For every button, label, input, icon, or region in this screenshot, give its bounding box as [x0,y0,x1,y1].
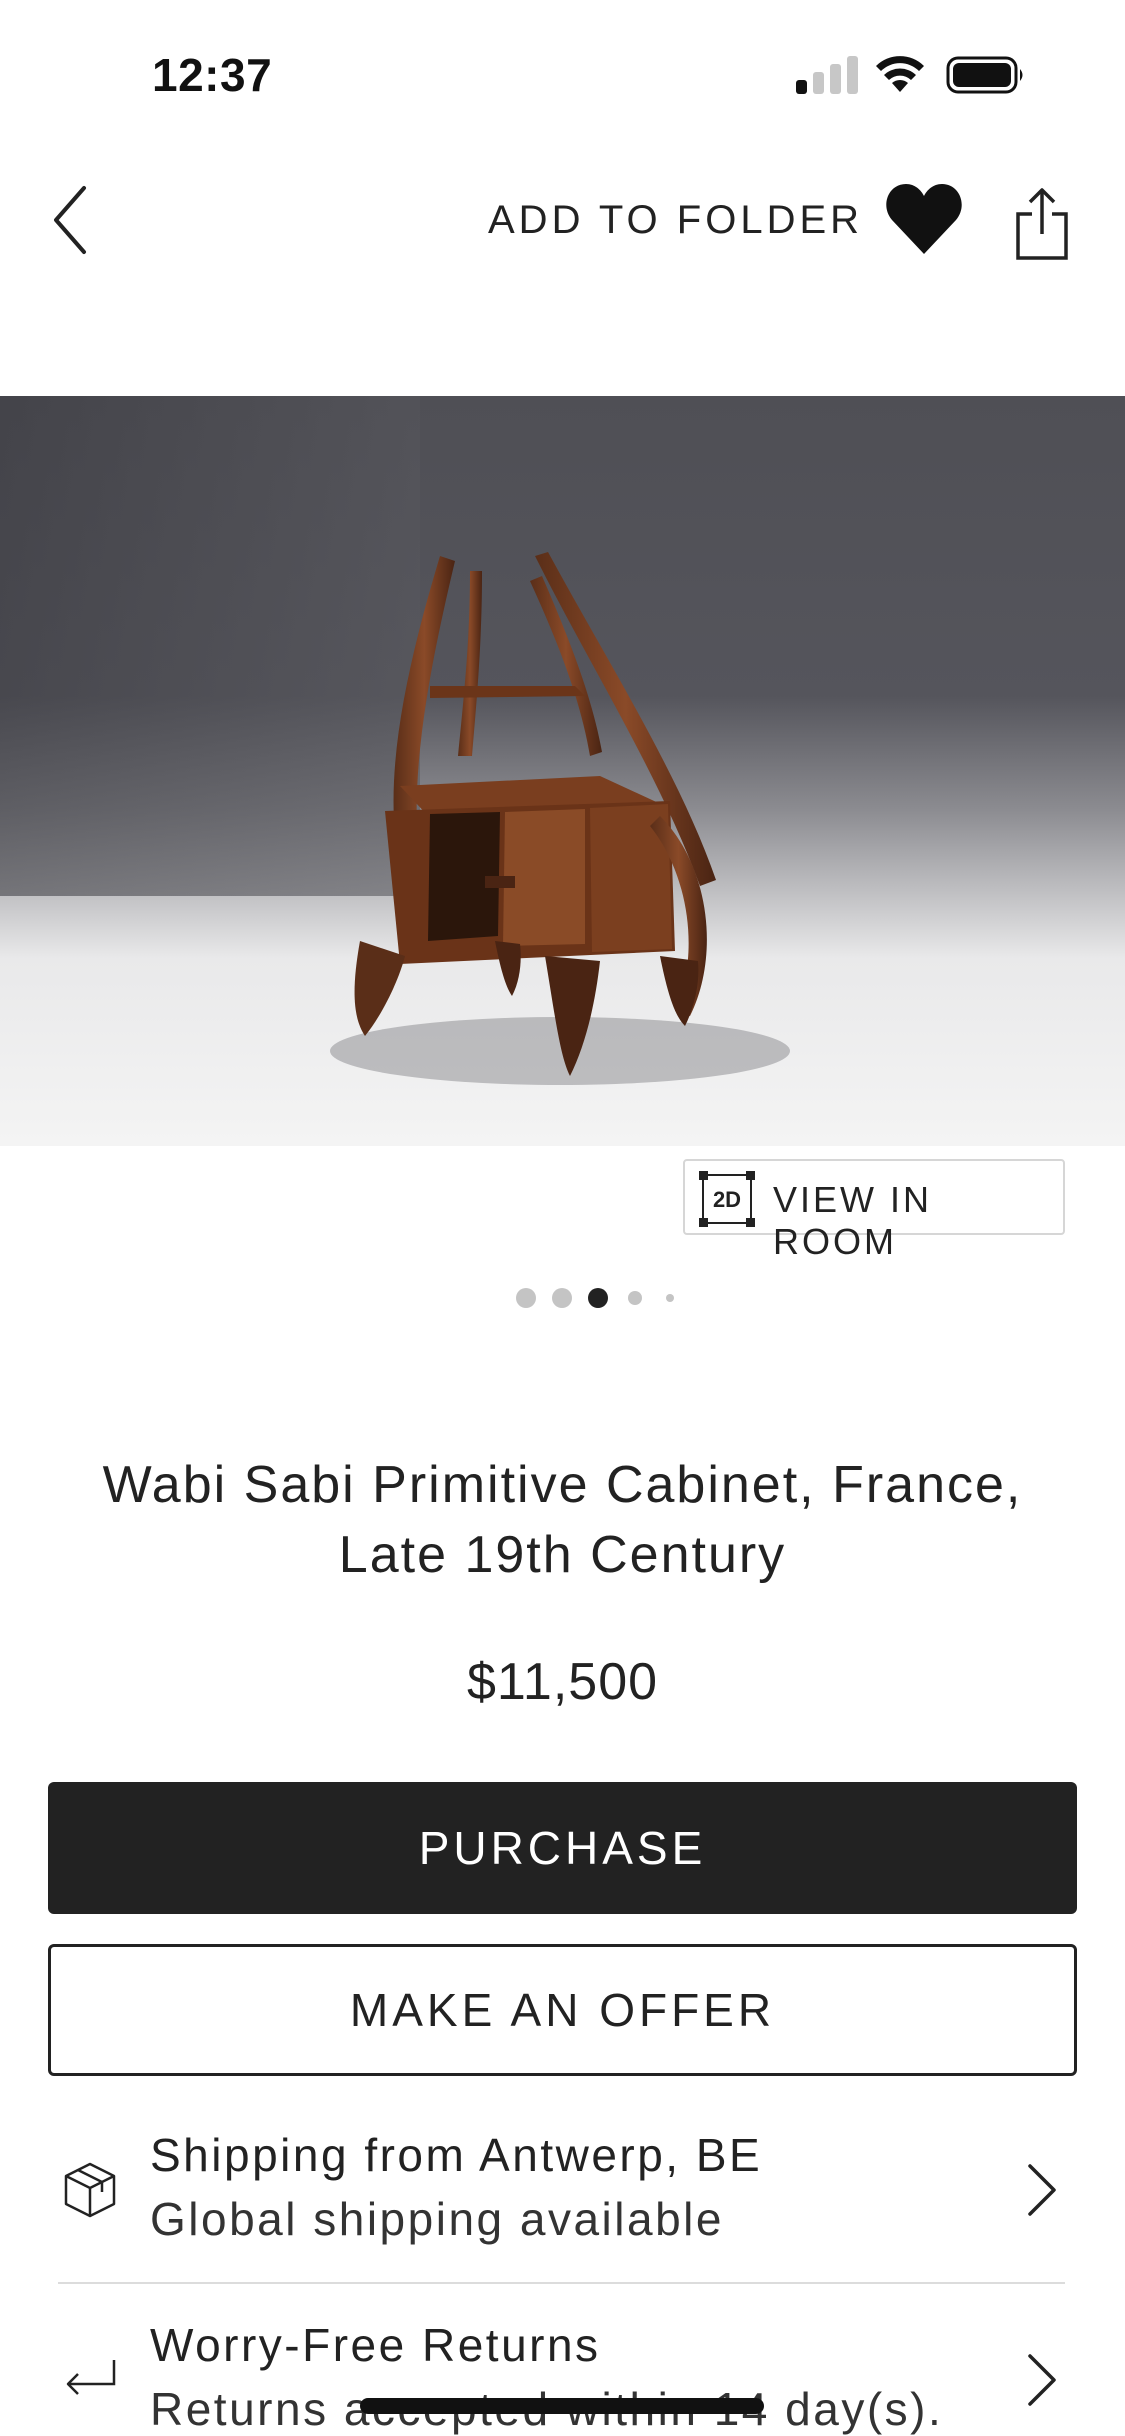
chevron-left-icon[interactable] [46,180,96,260]
returns-title: Worry-Free Returns [150,2319,601,2371]
chevron-right-icon [1028,2164,1056,2216]
carousel-pagination[interactable] [0,1288,1125,1312]
add-to-folder-button[interactable]: ADD TO FOLDER [488,198,863,243]
carousel-dot[interactable] [666,1294,674,1302]
battery-icon [946,56,1023,94]
heart-icon[interactable] [884,180,964,256]
home-indicator[interactable] [360,2398,764,2414]
view-in-room-icon-text: 2D [713,1187,741,1212]
cellular-signal-icon [796,56,858,94]
carousel-dot[interactable] [552,1288,572,1308]
top-navigation: ADD TO FOLDER [0,150,1125,290]
chevron-right-icon [1028,2354,1056,2406]
view-in-room-2d-icon: 2D [699,1171,755,1227]
shipping-subtitle: Global shipping available [150,2193,724,2245]
product-title: Wabi Sabi Primitive Cabinet, France, Lat… [102,1456,1023,1584]
view-in-room-button[interactable]: 2D VIEW IN ROOM [683,1159,1065,1262]
status-bar: 12:37 [0,0,1125,150]
divider [58,2282,1065,2284]
make-offer-button[interactable]: MAKE AN OFFER [48,1944,1077,2076]
product-detail-screen: 12:37 ADD TO FOLDER 2D VIEW IN ROOM Wabi… [0,0,1125,2436]
status-time: 12:37 [152,49,273,101]
wifi-icon [876,56,924,92]
return-arrow-icon [66,2360,116,2395]
shipping-info-row[interactable]: Shipping from Antwerp, BE Global shippin… [0,2110,1125,2290]
shipping-title: Shipping from Antwerp, BE [150,2129,763,2181]
product-image[interactable] [0,396,1125,1146]
purchase-button[interactable]: PURCHASE [48,1782,1077,1914]
view-in-room-label: VIEW IN ROOM [773,1179,933,1262]
product-price: $11,500 [466,1653,659,1711]
share-icon[interactable] [1012,186,1072,262]
box-icon [64,2162,116,2218]
cabinet-illustration [330,552,790,1085]
returns-info-row[interactable]: Worry-Free Returns Returns accepted with… [0,2300,1125,2436]
carousel-dot-active[interactable] [588,1288,608,1308]
carousel-dot[interactable] [516,1288,536,1308]
carousel-dot[interactable] [628,1291,642,1305]
